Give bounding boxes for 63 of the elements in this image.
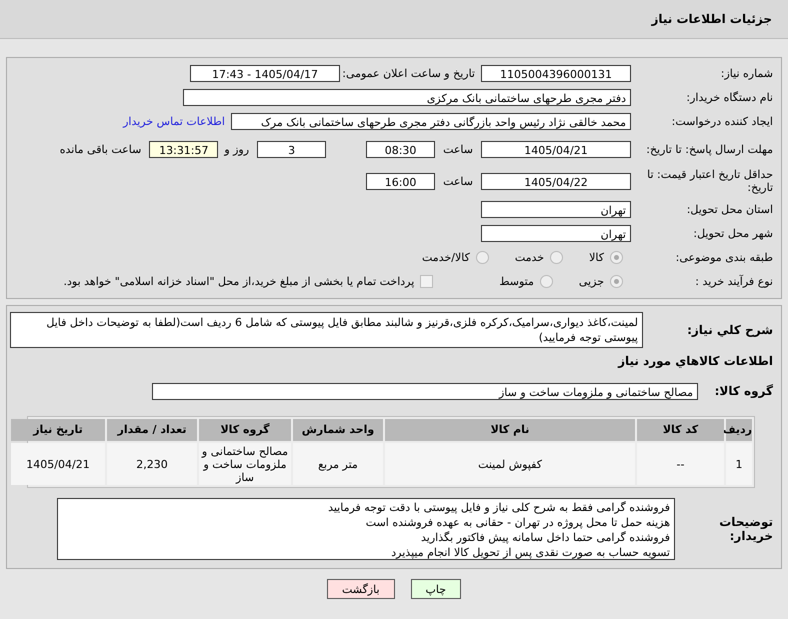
table-cell: 1405/04/21 [11,443,105,485]
field-label: نوع فرآیند خرید : [694,274,774,288]
option-label: پرداخت تمام یا بخشی از مبلغ خرید،از محل "اسناد خزانه اسلامی" خواهد بود. [64,274,414,288]
field-label: شماره نیاز: [720,66,774,80]
field-label: نام دستگاه خریدار: [685,90,774,104]
table-cell: مصالح ساختمانی و ملزومات ساخت و ساز [199,443,291,485]
table-cell: متر مربع [293,443,383,485]
date-field: 1405/04/21 [481,140,631,158]
column-header: واحد شمارش [293,419,383,441]
city-field: تهران [481,224,631,242]
option-label: خدمت [514,250,544,264]
column-header: تاریخ نیاز [11,419,105,441]
field-label: توضیحات خریدار: [718,515,774,543]
contact-link[interactable]: اطلاعات تماس خریدار [123,114,225,128]
notes-field: فروشنده گرامی فقط به شرح کلی نیاز و فایل پیوستی با دقت توجه فرمایید هزینه حمل تا محل پروژه در تهران - حقانی به عهده فروشنده است فروشنده گرامی حتما داخل سامانه پیش فاکتور بگذارید تسویه حساب به صورت نقدی پس از تحویل کالا انجام میپذیرد [57,498,675,560]
field-label: ایجاد کننده درخواست: [670,114,774,128]
days-field: 3 [257,140,326,158]
group-field: مصالح ساختمانی و ملزومات ساخت و ساز [152,382,698,400]
org-field: دفتر مجری طرحهای ساختمانی بانک مرکزی [183,88,631,106]
field-label: گروه کالا: [714,384,774,398]
radio-button[interactable] [540,274,553,288]
datetime-field: 1405/04/17 - 17:43 [190,64,340,82]
table-cell: 2,230 [107,443,197,485]
field-label: ساعت [443,142,473,156]
column-header: کد کالا [637,419,724,441]
field-label: روز و [224,142,250,156]
field-label: ساعت باقی مانده [60,142,142,156]
field-label: حداقل تاریخ اعتبار قیمت: تا تاریخ: [646,168,774,194]
option-label: کالا [589,250,604,264]
description-field: لمینت،کاغذ دیواری،سرامیک،کرکره فلزی،قرنیز و شالبند مطابق فایل پیوستی که شامل 6 ردیف است(لطفا به توضیحات داخل فایل پیوستی توجه فرمایید) [10,312,643,348]
field-label: مهلت ارسال پاسخ: تا تاریخ: [645,142,774,156]
table-cell: 1 [726,443,752,485]
option-label: متوسط [499,274,534,288]
table-cell: -- [637,443,724,485]
field-label: استان محل تحویل: [686,202,774,216]
column-header: تعداد / مقدار [107,419,197,441]
field-label: شهر محل تحویل: [692,226,774,240]
radio-button[interactable] [476,250,489,264]
column-header: نام کالا [385,419,635,441]
radio-button[interactable] [610,250,623,264]
section-heading: اطلاعات کالاهاي مورد نياز [616,354,774,368]
option-label: جزیی [578,274,604,288]
province-field: تهران [481,200,631,218]
page-title: جزئیات اطلاعات نیاز [651,12,772,26]
number-field: 1105004396000131 [481,64,631,82]
field-label: شرح کلي نياز: [686,323,774,337]
time-field: 16:00 [366,172,436,190]
countdown-field: 13:31:57 [149,140,218,158]
radio-button[interactable] [610,274,623,288]
back-button[interactable]: بازگشت [326,579,395,599]
requester-field: محمد خالقی نژاد رئیس واحد بازرگانی دفتر مجری طرحهای ساختمانی بانک مرک [231,112,631,130]
time-field: 08:30 [366,140,436,158]
print-button[interactable]: چاپ [410,579,462,599]
field-label: ساعت [443,174,473,188]
column-header: ردیف [726,419,752,441]
checkbox[interactable] [420,274,434,288]
radio-button[interactable] [550,250,564,264]
column-header: گروه کالا [199,419,291,441]
table-cell: کفپوش لمینت [385,443,635,485]
date-field: 1405/04/22 [481,172,631,190]
option-label: کالا/خدمت [422,250,470,264]
field-label: طبقه بندی موضوعی: [674,250,774,264]
field-label: تاریخ و ساعت اعلان عمومی: [341,66,476,80]
